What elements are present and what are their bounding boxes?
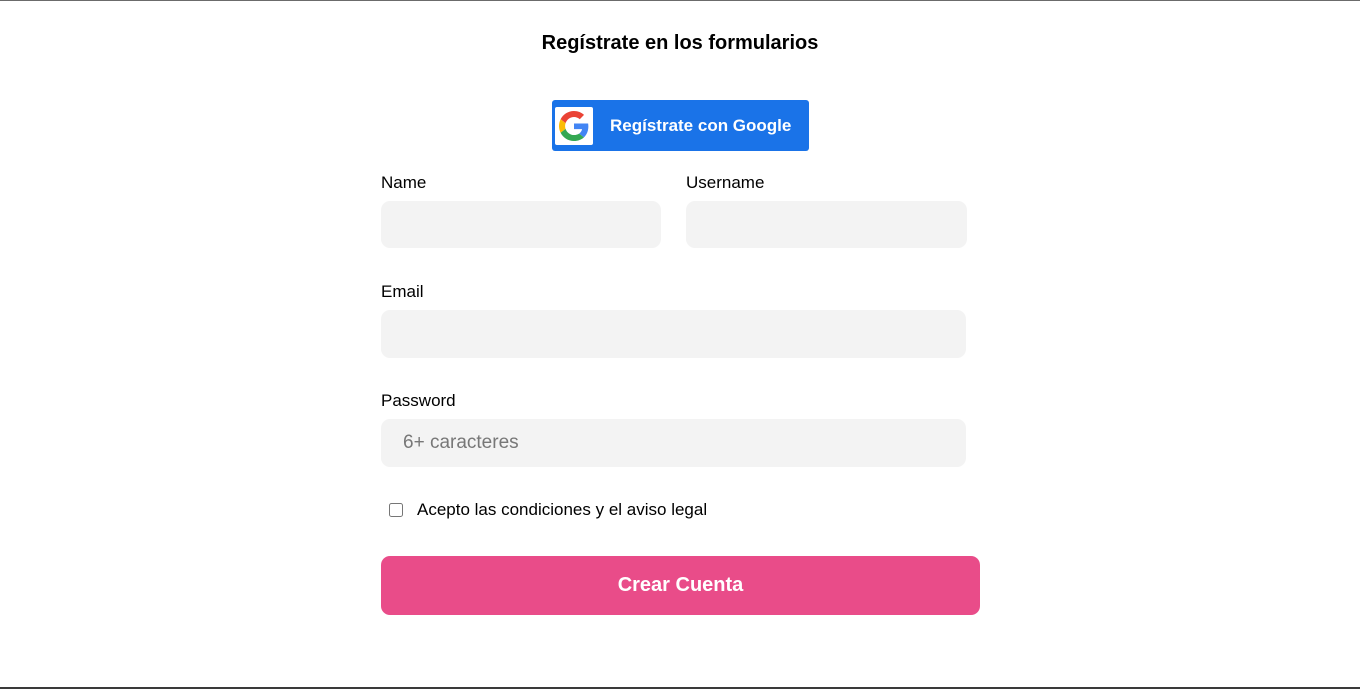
name-input[interactable] bbox=[381, 201, 661, 248]
username-input[interactable] bbox=[686, 201, 967, 248]
password-input[interactable] bbox=[381, 419, 966, 467]
terms-checkbox[interactable] bbox=[389, 503, 403, 517]
name-label: Name bbox=[381, 173, 427, 192]
username-label: Username bbox=[686, 173, 765, 192]
page-title: Regístrate en los formularios bbox=[541, 32, 819, 54]
email-label: Email bbox=[381, 282, 424, 301]
terms-row: Acepto las condiciones y el aviso legal bbox=[389, 500, 707, 520]
google-signup-button[interactable]: Regístrate con Google bbox=[552, 100, 809, 151]
google-signup-label: Regístrate con Google bbox=[610, 115, 792, 135]
signup-page: Regístrate en los formularios Regístrate… bbox=[0, 0, 1360, 689]
password-label: Password bbox=[381, 391, 456, 410]
terms-label: Acepto las condiciones y el aviso legal bbox=[417, 500, 708, 519]
google-icon bbox=[559, 110, 589, 141]
create-account-button[interactable]: Crear Cuenta bbox=[381, 556, 980, 615]
google-logo-container bbox=[555, 106, 593, 145]
email-input[interactable] bbox=[381, 310, 966, 358]
